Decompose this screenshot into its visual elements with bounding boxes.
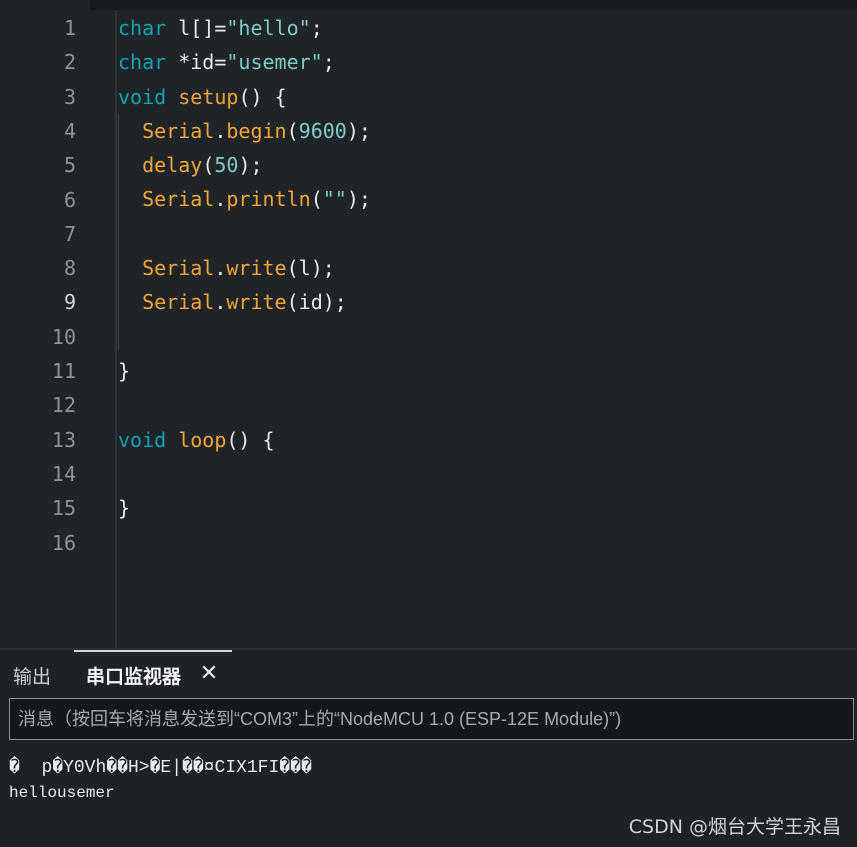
line-number: 8 xyxy=(63,256,76,281)
code-token: loop xyxy=(178,427,227,452)
editor-top-strip xyxy=(90,0,857,10)
line-number: 10 xyxy=(51,324,76,349)
code-line: } xyxy=(118,354,371,388)
code-token: char xyxy=(118,16,167,40)
code-token: (l); xyxy=(286,256,335,281)
code-token: "usemer" xyxy=(226,50,323,75)
code-line: Serial.begin(9600); xyxy=(118,114,371,148)
line-number: 13 xyxy=(51,427,76,452)
code-token: ); xyxy=(238,153,263,178)
code-token: . xyxy=(214,187,227,212)
line-number-gutter: 1 2 3 4 5 6 7 8 9 10 11 12 13 14 15 16 xyxy=(0,0,100,648)
code-token: Serial xyxy=(142,187,215,212)
code-token: ( xyxy=(202,153,215,178)
code-token: "hello" xyxy=(226,16,311,40)
serial-output-line: hellousemer xyxy=(9,784,115,802)
line-number: 12 xyxy=(51,393,76,418)
code-token: ); xyxy=(346,187,371,212)
line-number: 6 xyxy=(63,187,76,212)
serial-output-line: � p�Y0Vh��H>�E|��¤CIX1FI��� xyxy=(9,758,312,778)
code-token: ( xyxy=(310,187,323,212)
code-token: () { xyxy=(226,427,275,452)
code-token: delay xyxy=(142,153,203,178)
bottom-panel: 输出 串口监视器 ✕ � p�Y0Vh��H>�E|��¤CIX1FI��� h… xyxy=(0,648,857,847)
code-token: l[]= xyxy=(166,16,227,40)
code-token: Serial xyxy=(142,118,215,143)
code-token: 9600 xyxy=(298,118,347,143)
code-token: ; xyxy=(322,50,335,75)
code-token: void xyxy=(118,84,167,109)
line-number: 14 xyxy=(51,461,76,486)
code-editor[interactable]: 1 2 3 4 5 6 7 8 9 10 11 12 13 14 15 16 char l[]="hello"… xyxy=(0,0,857,648)
code-line: delay(50); xyxy=(118,148,371,182)
code-token: char xyxy=(118,50,167,75)
serial-output: � p�Y0Vh��H>�E|��¤CIX1FI��� hellousemer xyxy=(9,756,312,802)
code-line: Serial.println(""); xyxy=(118,182,371,216)
line-number: 16 xyxy=(51,530,76,555)
code-area[interactable]: char l[]="hello"; char *id="usemer"; void … xyxy=(118,11,371,560)
code-line: char l[]="hello"; xyxy=(118,11,371,45)
line-number: 5 xyxy=(63,153,76,178)
gutter-divider xyxy=(115,10,117,648)
code-token: . xyxy=(214,256,227,281)
line-number: 9 xyxy=(63,290,76,315)
code-token: println xyxy=(226,187,311,212)
line-number: 7 xyxy=(63,221,76,246)
code-token: write xyxy=(226,290,287,315)
code-line: } xyxy=(118,491,371,525)
active-tab-indicator xyxy=(74,650,232,652)
code-token: ( xyxy=(286,118,299,143)
code-token: } xyxy=(118,358,131,383)
line-number: 3 xyxy=(63,84,76,109)
code-line: char *id="usemer"; xyxy=(118,45,371,79)
code-token: begin xyxy=(226,118,287,143)
watermark: CSDN @烟台大学王永昌 xyxy=(628,816,841,838)
code-token: Serial xyxy=(142,256,215,281)
code-line: Serial.write(id); xyxy=(118,285,371,319)
line-number: 15 xyxy=(51,496,76,521)
code-token: *id= xyxy=(166,50,227,75)
code-token: 50 xyxy=(214,153,239,178)
code-line: Serial.write(l); xyxy=(118,251,371,285)
serial-message-input[interactable] xyxy=(9,698,854,740)
tab-serial-monitor[interactable]: 串口监视器 xyxy=(86,662,181,689)
code-token: . xyxy=(214,118,227,143)
line-number: 1 xyxy=(63,16,76,40)
code-token: } xyxy=(118,496,131,521)
code-token: . xyxy=(214,290,227,315)
tab-output[interactable]: 输出 xyxy=(13,662,51,689)
code-token: Serial xyxy=(142,290,215,315)
code-token: () { xyxy=(238,84,287,109)
line-number: 4 xyxy=(63,118,76,143)
line-number: 2 xyxy=(63,50,76,75)
code-line: void setup() { xyxy=(118,80,371,114)
close-icon[interactable]: ✕ xyxy=(198,662,220,684)
code-token: write xyxy=(226,256,287,281)
code-token: "" xyxy=(322,187,347,212)
line-number: 11 xyxy=(51,359,76,383)
code-token: ; xyxy=(310,16,323,40)
code-token: ); xyxy=(346,118,371,143)
code-token: (id); xyxy=(286,290,347,315)
panel-tab-bar: 输出 串口监视器 ✕ xyxy=(0,650,857,694)
code-line: void loop() { xyxy=(118,423,371,457)
code-token: setup xyxy=(178,84,239,109)
code-token: void xyxy=(118,427,167,452)
